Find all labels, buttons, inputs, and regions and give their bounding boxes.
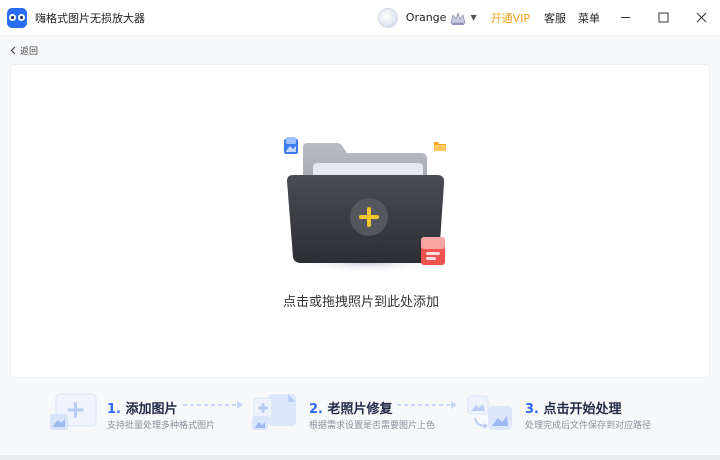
blue-image-icon: [284, 137, 298, 154]
title-bar-actions: Orange ▼ 开通VIP 客服 菜单: [377, 0, 720, 36]
vip-crown-icon: [450, 11, 466, 25]
title-bar: 嗨格式图片无损放大器 Orange ▼ 开通VIP 客服 菜单: [0, 0, 720, 36]
step-3-label: 点击开始处理: [543, 402, 622, 417]
open-vip-button[interactable]: 开通VIP: [491, 10, 530, 26]
step-1-number: 1.: [107, 402, 121, 417]
arrow-right-icon: [183, 401, 243, 409]
image-drop-zone[interactable]: 点击或拖拽照片到此处添加: [10, 64, 710, 378]
minimize-button[interactable]: [606, 0, 644, 36]
user-name[interactable]: Orange: [406, 11, 447, 24]
step-2-title: 2. 老照片修复: [309, 398, 393, 417]
step-1-title: 1. 添加图片: [107, 398, 178, 417]
step-1-desc: 支持批量处理多种格式图片: [107, 421, 216, 431]
arrow-right-icon: [397, 401, 457, 409]
minimize-icon: [620, 17, 630, 18]
maximize-button[interactable]: [644, 0, 682, 36]
chevron-left-icon: [10, 46, 16, 55]
back-label: 返回: [20, 47, 39, 57]
step-1-label: 添加图片: [125, 402, 178, 417]
user-avatar[interactable]: [377, 7, 398, 28]
step-2-label: 老照片修复: [327, 402, 393, 417]
red-file-icon: [421, 237, 445, 265]
back-button[interactable]: 返回: [10, 44, 38, 57]
maximize-icon: [658, 12, 668, 23]
add-image-step-icon: [50, 393, 97, 430]
orange-folder-icon: [434, 142, 446, 151]
app-title: 嗨格式图片无损放大器: [35, 11, 145, 25]
step-2-desc: 根据需求设置是否需要图片上色: [309, 421, 436, 431]
bottom-divider: [0, 455, 720, 460]
step-3-desc: 处理完成后文件保存到对应路径: [525, 421, 652, 431]
close-icon: [696, 12, 706, 23]
start-process-step-icon: [467, 395, 512, 430]
step-3-number: 3.: [525, 402, 539, 417]
app-logo-icon: [7, 7, 27, 28]
close-button[interactable]: [682, 0, 720, 36]
menu-button[interactable]: 菜单: [578, 10, 600, 26]
steps-guide: 1. 添加图片 支持批量处理多种格式图片 2. 老照片修复 根据需求设置是否需要…: [0, 386, 720, 446]
step-3-title: 3. 点击开始处理: [525, 398, 622, 417]
drop-zone-hint: 点击或拖拽照片到此处添加: [282, 295, 439, 310]
customer-service-button[interactable]: 客服: [544, 10, 566, 26]
restore-photo-step-icon: [252, 394, 296, 430]
app-window: 嗨格式图片无损放大器 Orange ▼ 开通VIP 客服 菜单 返回 点击或拖拽…: [0, 0, 720, 460]
add-image-folder[interactable]: [281, 135, 451, 275]
step-2-number: 2.: [309, 402, 323, 417]
user-dropdown-icon[interactable]: ▼: [470, 13, 476, 22]
